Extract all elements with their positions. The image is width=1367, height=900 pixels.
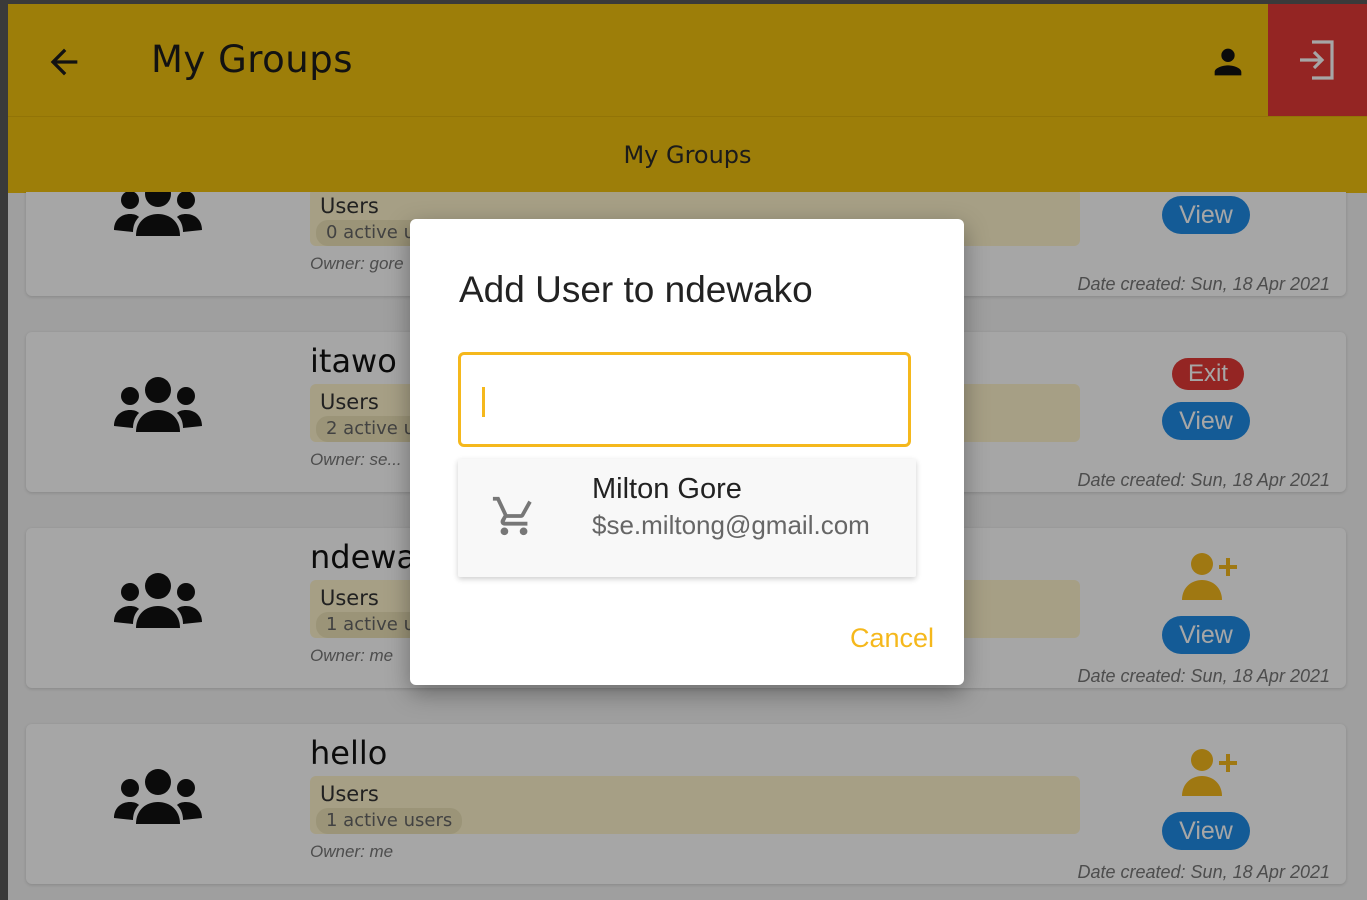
dialog-title: Add User to ndewako bbox=[459, 269, 813, 310]
text-caret bbox=[482, 387, 485, 417]
user-suggestion-item[interactable]: Milton Gore $se.miltong@gmail.com bbox=[458, 459, 916, 577]
add-user-dialog: Add User to ndewako Milton Gore $se.milt… bbox=[410, 219, 964, 685]
suggestion-email: $se.miltong@gmail.com bbox=[592, 510, 870, 540]
cancel-button[interactable]: Cancel bbox=[850, 623, 934, 654]
suggestion-name: Milton Gore bbox=[592, 473, 742, 505]
cart-icon bbox=[492, 496, 532, 536]
user-search-input[interactable] bbox=[458, 352, 911, 447]
